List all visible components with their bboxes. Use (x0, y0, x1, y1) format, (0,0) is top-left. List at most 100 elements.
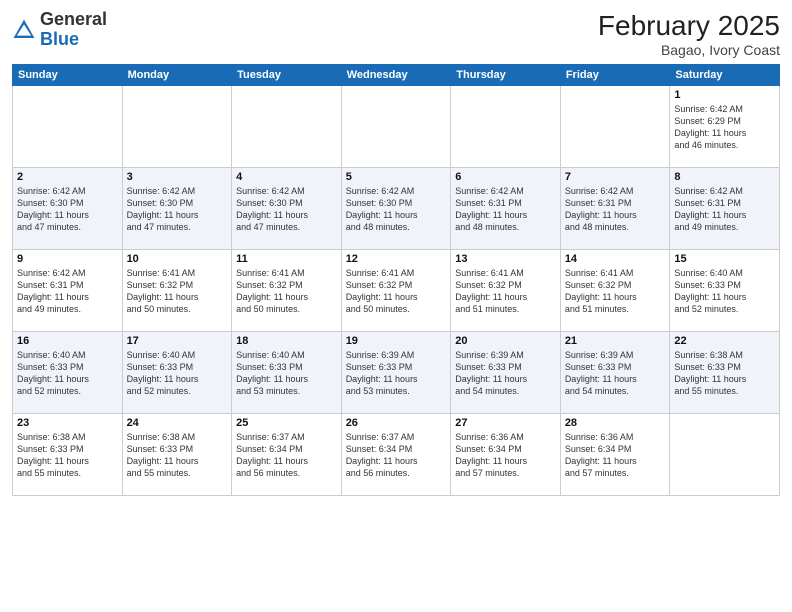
calendar-cell: 26Sunrise: 6:37 AM Sunset: 6:34 PM Dayli… (341, 414, 451, 496)
day-info: Sunrise: 6:41 AM Sunset: 6:32 PM Dayligh… (127, 267, 228, 316)
month-title: February 2025 (598, 10, 780, 42)
calendar-week-row: 2 Sunrise: 6:42 AM Sunset: 6:30 PM Daylig… (13, 168, 780, 250)
day-info: Sunrise: 6:40 AM Sunset: 6:33 PM Dayligh… (236, 349, 337, 398)
day-number: 26 (346, 417, 447, 429)
day-number: 24 (127, 417, 228, 429)
calendar-cell: 2 Sunrise: 6:42 AM Sunset: 6:30 PM Daylig… (13, 168, 123, 250)
calendar-cell: 20 Sunrise: 6:39 AM Sunset: 6:33 PM Dayli… (451, 332, 561, 414)
calendar-cell: 21 Sunrise: 6:39 AM Sunset: 6:33 PM Dayli… (560, 332, 670, 414)
day-info: Sunrise: 6:42 AM Sunset: 6:31 PM Dayligh… (674, 185, 775, 234)
day-info: Sunrise: 6:42 AM Sunset: 6:31 PM Dayligh… (565, 185, 666, 234)
day-number: 13 (455, 253, 556, 265)
day-number: 27 (455, 417, 556, 429)
day-number: 21 (565, 335, 666, 347)
calendar-cell (560, 86, 670, 168)
calendar-cell (451, 86, 561, 168)
day-info: Sunrise: 6:39 AM Sunset: 6:33 PM Dayligh… (455, 349, 556, 398)
day-info: Sunrise: 6:41 AM Sunset: 6:32 PM Dayligh… (346, 267, 447, 316)
calendar-cell: 1 Sunrise: 6:42 AM Sunset: 6:29 PM Daylig… (670, 86, 780, 168)
page: General Blue February 2025 Bagao, Ivory … (0, 0, 792, 612)
day-number: 15 (674, 253, 775, 265)
day-info: Sunrise: 6:40 AM Sunset: 6:33 PM Dayligh… (127, 349, 228, 398)
calendar-cell: 14 Sunrise: 6:41 AM Sunset: 6:32 PM Dayli… (560, 250, 670, 332)
calendar-cell (122, 86, 232, 168)
day-info: Sunrise: 6:39 AM Sunset: 6:33 PM Dayligh… (565, 349, 666, 398)
day-number: 17 (127, 335, 228, 347)
day-number: 14 (565, 253, 666, 265)
calendar-cell: 13 Sunrise: 6:41 AM Sunset: 6:32 PM Dayli… (451, 250, 561, 332)
calendar-cell: 28 Sunrise: 6:36 AM Sunset: 6:34 PM Dayli… (560, 414, 670, 496)
header: General Blue February 2025 Bagao, Ivory … (12, 10, 780, 58)
day-number: 16 (17, 335, 118, 347)
day-number: 2 (17, 171, 118, 183)
day-info: Sunrise: 6:38 AM Sunset: 6:33 PM Dayligh… (674, 349, 775, 398)
day-info: Sunrise: 6:42 AM Sunset: 6:30 PM Dayligh… (127, 185, 228, 234)
calendar-cell: 15 Sunrise: 6:40 AM Sunset: 6:33 PM Dayli… (670, 250, 780, 332)
day-info: Sunrise: 6:42 AM Sunset: 6:31 PM Dayligh… (455, 185, 556, 234)
day-header-sunday: Sunday (13, 65, 123, 86)
calendar-cell (232, 86, 342, 168)
calendar-cell: 4 Sunrise: 6:42 AM Sunset: 6:30 PM Daylig… (232, 168, 342, 250)
day-number: 18 (236, 335, 337, 347)
day-info: Sunrise: 6:42 AM Sunset: 6:30 PM Dayligh… (17, 185, 118, 234)
calendar-cell: 8Sunrise: 6:42 AM Sunset: 6:31 PM Daylig… (670, 168, 780, 250)
calendar-cell: 9Sunrise: 6:42 AM Sunset: 6:31 PM Daylig… (13, 250, 123, 332)
day-number: 7 (565, 171, 666, 183)
day-number: 11 (236, 253, 337, 265)
day-info: Sunrise: 6:36 AM Sunset: 6:34 PM Dayligh… (455, 431, 556, 480)
calendar-cell: 7 Sunrise: 6:42 AM Sunset: 6:31 PM Daylig… (560, 168, 670, 250)
day-info: Sunrise: 6:36 AM Sunset: 6:34 PM Dayligh… (565, 431, 666, 480)
day-info: Sunrise: 6:42 AM Sunset: 6:29 PM Dayligh… (674, 103, 775, 152)
day-info: Sunrise: 6:40 AM Sunset: 6:33 PM Dayligh… (674, 267, 775, 316)
day-number: 10 (127, 253, 228, 265)
day-number: 3 (127, 171, 228, 183)
day-number: 22 (674, 335, 775, 347)
day-info: Sunrise: 6:41 AM Sunset: 6:32 PM Dayligh… (565, 267, 666, 316)
day-info: Sunrise: 6:40 AM Sunset: 6:33 PM Dayligh… (17, 349, 118, 398)
calendar-cell (670, 414, 780, 496)
day-number: 12 (346, 253, 447, 265)
calendar-header-row: SundayMondayTuesdayWednesdayThursdayFrid… (13, 65, 780, 86)
calendar-week-row: 9Sunrise: 6:42 AM Sunset: 6:31 PM Daylig… (13, 250, 780, 332)
day-number: 25 (236, 417, 337, 429)
day-info: Sunrise: 6:42 AM Sunset: 6:30 PM Dayligh… (236, 185, 337, 234)
calendar-cell: 25 Sunrise: 6:37 AM Sunset: 6:34 PM Dayli… (232, 414, 342, 496)
day-number: 23 (17, 417, 118, 429)
logo-general: General (40, 9, 107, 29)
calendar-cell: 11 Sunrise: 6:41 AM Sunset: 6:32 PM Dayli… (232, 250, 342, 332)
day-info: Sunrise: 6:39 AM Sunset: 6:33 PM Dayligh… (346, 349, 447, 398)
logo-icon (12, 18, 36, 42)
calendar-cell: 27 Sunrise: 6:36 AM Sunset: 6:34 PM Dayli… (451, 414, 561, 496)
day-header-tuesday: Tuesday (232, 65, 342, 86)
day-number: 9 (17, 253, 118, 265)
calendar-week-row: 1 Sunrise: 6:42 AM Sunset: 6:29 PM Daylig… (13, 86, 780, 168)
day-info: Sunrise: 6:41 AM Sunset: 6:32 PM Dayligh… (455, 267, 556, 316)
calendar-cell: 6Sunrise: 6:42 AM Sunset: 6:31 PM Daylig… (451, 168, 561, 250)
logo-blue: Blue (40, 29, 79, 49)
day-info: Sunrise: 6:38 AM Sunset: 6:33 PM Dayligh… (17, 431, 118, 480)
day-header-monday: Monday (122, 65, 232, 86)
calendar-cell: 10 Sunrise: 6:41 AM Sunset: 6:32 PM Dayli… (122, 250, 232, 332)
day-number: 20 (455, 335, 556, 347)
day-number: 19 (346, 335, 447, 347)
calendar-cell: 16 Sunrise: 6:40 AM Sunset: 6:33 PM Dayli… (13, 332, 123, 414)
calendar-cell: 18 Sunrise: 6:40 AM Sunset: 6:33 PM Dayli… (232, 332, 342, 414)
day-header-friday: Friday (560, 65, 670, 86)
logo: General Blue (12, 10, 107, 50)
calendar-cell: 12 Sunrise: 6:41 AM Sunset: 6:32 PM Dayli… (341, 250, 451, 332)
calendar-week-row: 23 Sunrise: 6:38 AM Sunset: 6:33 PM Dayli… (13, 414, 780, 496)
location-subtitle: Bagao, Ivory Coast (598, 42, 780, 58)
day-info: Sunrise: 6:42 AM Sunset: 6:30 PM Dayligh… (346, 185, 447, 234)
calendar: SundayMondayTuesdayWednesdayThursdayFrid… (12, 64, 780, 496)
day-number: 28 (565, 417, 666, 429)
calendar-cell: 19 Sunrise: 6:39 AM Sunset: 6:33 PM Dayli… (341, 332, 451, 414)
title-block: February 2025 Bagao, Ivory Coast (598, 10, 780, 58)
calendar-week-row: 16 Sunrise: 6:40 AM Sunset: 6:33 PM Dayli… (13, 332, 780, 414)
day-info: Sunrise: 6:37 AM Sunset: 6:34 PM Dayligh… (236, 431, 337, 480)
day-header-wednesday: Wednesday (341, 65, 451, 86)
day-number: 4 (236, 171, 337, 183)
day-number: 1 (674, 89, 775, 101)
calendar-cell: 22 Sunrise: 6:38 AM Sunset: 6:33 PM Dayli… (670, 332, 780, 414)
day-info: Sunrise: 6:41 AM Sunset: 6:32 PM Dayligh… (236, 267, 337, 316)
calendar-cell: 17 Sunrise: 6:40 AM Sunset: 6:33 PM Dayli… (122, 332, 232, 414)
